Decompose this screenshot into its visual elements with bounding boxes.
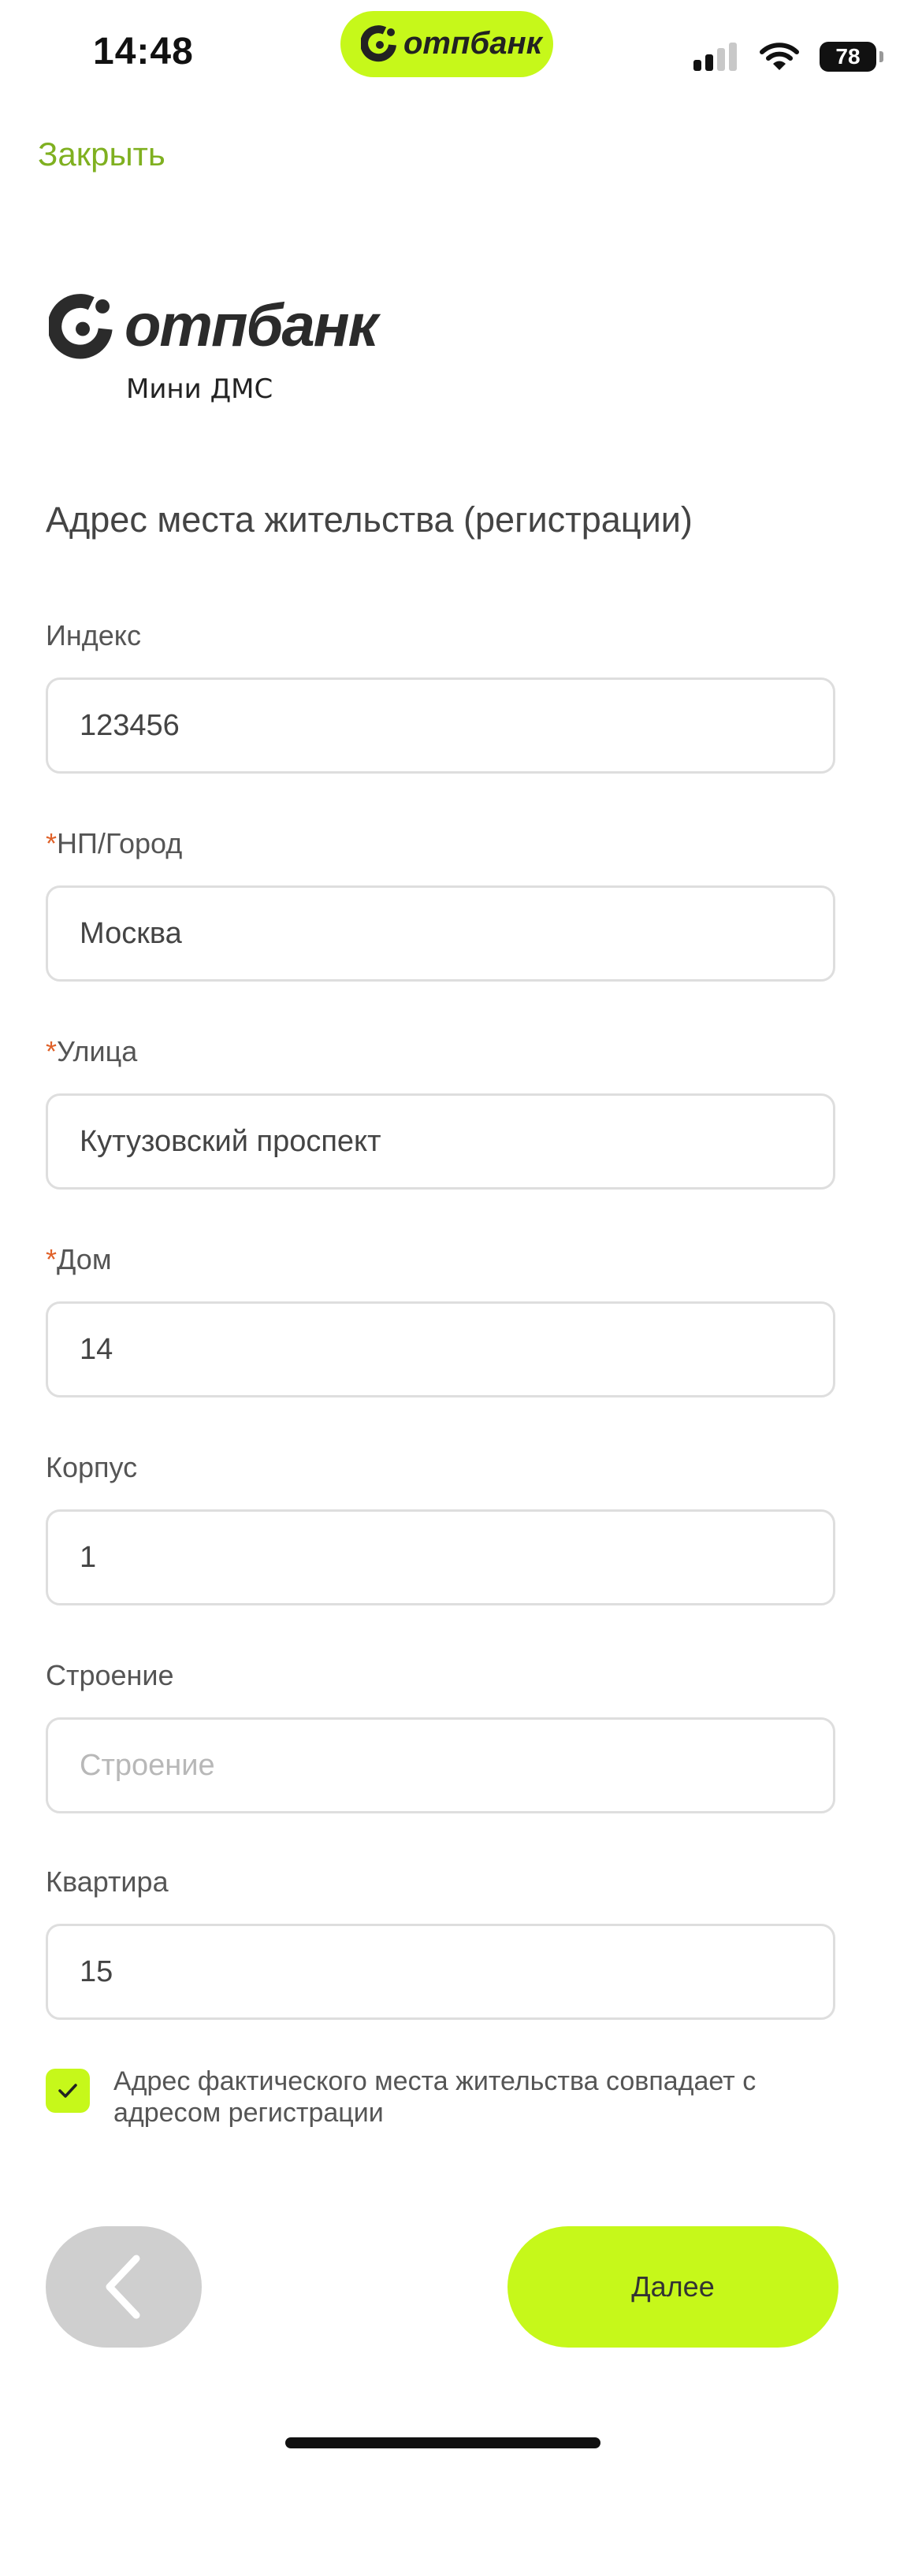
field-label-house: *Дом xyxy=(46,1243,112,1275)
required-mark: * xyxy=(46,827,58,859)
status-time: 14:48 xyxy=(93,31,194,72)
house-input[interactable] xyxy=(46,1301,835,1397)
wifi-icon xyxy=(760,43,799,70)
index-input[interactable] xyxy=(46,677,835,774)
status-icons: 78 xyxy=(692,41,883,72)
signal-icon xyxy=(693,43,737,71)
block-input[interactable] xyxy=(46,1509,835,1605)
battery-icon: 78 xyxy=(820,42,883,72)
checkmark-icon xyxy=(58,2084,77,2098)
chevron-left-icon xyxy=(106,2255,140,2319)
otp-logo-icon xyxy=(49,293,113,358)
required-mark: * xyxy=(46,1243,58,1275)
same-address-label: Адрес фактического места жительства совп… xyxy=(113,2066,757,2128)
same-address-checkbox[interactable] xyxy=(46,2069,90,2113)
required-mark: * xyxy=(46,1035,58,1067)
brand-name: отпбанк xyxy=(125,292,378,359)
city-input[interactable] xyxy=(46,885,835,982)
close-link[interactable]: Закрыть xyxy=(38,135,165,173)
street-input[interactable] xyxy=(46,1093,835,1190)
building-input[interactable] xyxy=(46,1717,835,1813)
brand-pill-logo: отпбанк xyxy=(361,19,542,68)
field-label-building: Строение xyxy=(46,1659,174,1691)
brand-subtitle: Мини ДМС xyxy=(126,373,273,405)
pill-brand-text: отпбанк xyxy=(403,25,542,61)
field-label-block: Корпус xyxy=(46,1451,138,1483)
field-label-city: *НП/Город xyxy=(46,827,183,859)
field-label-street: *Улица xyxy=(46,1035,138,1067)
otp-logo-icon xyxy=(361,25,396,62)
home-indicator xyxy=(285,2437,600,2448)
next-button[interactable]: Далее xyxy=(507,2226,838,2348)
field-label-index: Индекс xyxy=(46,619,141,651)
apartment-input[interactable] xyxy=(46,1924,835,2020)
back-button[interactable] xyxy=(46,2226,202,2348)
section-title: Адрес места жительства (регистрации) xyxy=(46,499,693,540)
field-label-apartment: Квартира xyxy=(46,1865,169,1898)
brand-logo: отпбанк xyxy=(49,291,378,360)
